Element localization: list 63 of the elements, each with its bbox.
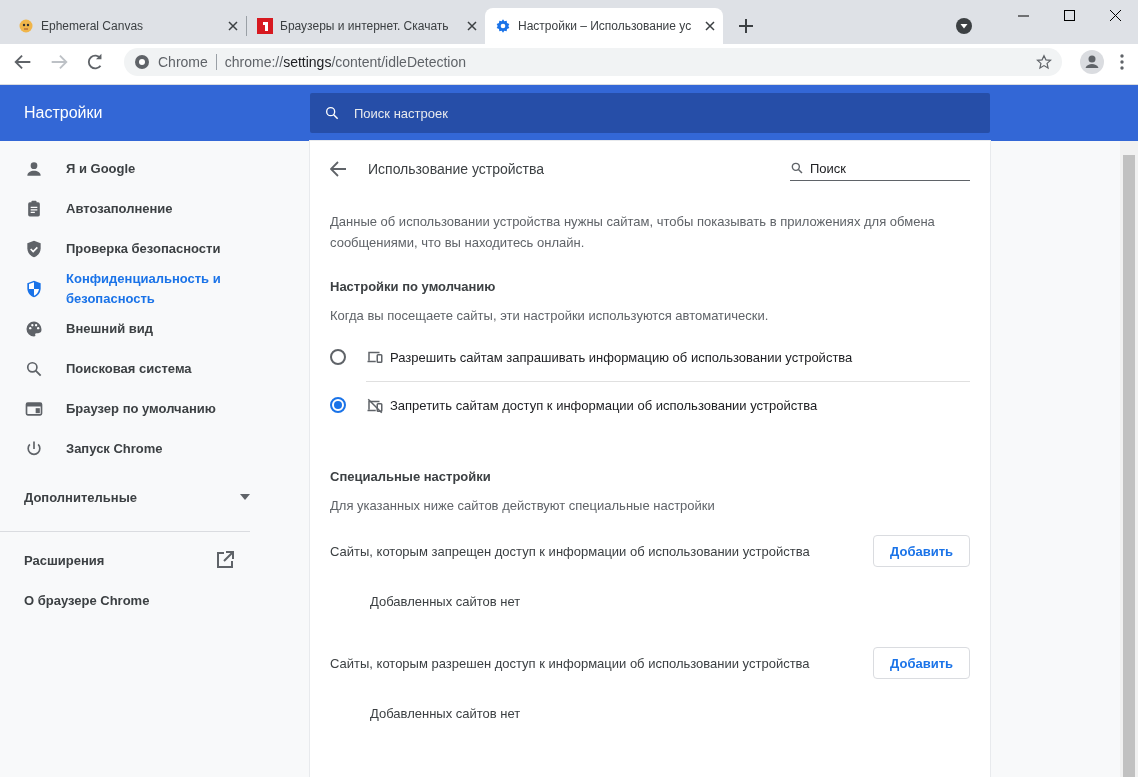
menu-icon[interactable] — [1120, 54, 1124, 70]
radio-button[interactable] — [330, 349, 346, 365]
search-icon — [24, 359, 44, 379]
sidebar-item[interactable]: Я и Google — [0, 149, 310, 189]
site-list-label: Сайты, которым разрешен доступ к информации об использовании устройства — [330, 655, 810, 671]
sidebar-item[interactable]: Автозаполнение — [0, 189, 310, 229]
page-title: Использование устройства — [368, 161, 546, 177]
new-tab-icon[interactable] — [739, 19, 753, 33]
devices-off-icon — [366, 396, 384, 415]
sidebar-item[interactable]: Конфиденциальность и безопасность — [0, 269, 310, 309]
external-link-icon — [216, 551, 234, 569]
person-icon — [24, 159, 44, 179]
site-search-field[interactable]: Поиск — [790, 157, 970, 181]
star-icon[interactable] — [1036, 54, 1052, 70]
settings-title: Настройки — [23, 104, 104, 122]
maximize-icon[interactable] — [1063, 9, 1075, 21]
url-text: chrome://settings/content/idleDetection — [224, 54, 467, 70]
back-arrow-icon[interactable] — [330, 161, 346, 177]
origin-label: Chrome — [158, 54, 217, 70]
option-label: Разрешить сайтам запрашивать информацию об использовании устройства — [390, 349, 853, 365]
about-chrome-link[interactable]: О браузере Chrome — [0, 580, 234, 620]
browser-tab[interactable]: Настройки – Использование ус — [485, 8, 723, 44]
advanced-section-toggle[interactable]: Дополнительные — [0, 469, 250, 525]
settings-search-field[interactable]: Поиск настроек — [310, 93, 990, 133]
browser-window-icon — [24, 399, 44, 419]
close-icon[interactable] — [228, 21, 238, 31]
description-text: Данные об использовании устройства нужны сайтам, чтобы показывать в приложениях для обмена сообщениями, что вы находитесь онлайн. — [330, 213, 936, 252]
palette-icon — [24, 319, 44, 339]
close-icon[interactable] — [1109, 9, 1121, 21]
add-button[interactable]: Добавить — [873, 647, 970, 679]
caret-icon — [240, 494, 250, 500]
radio-button[interactable] — [330, 397, 346, 413]
avatar-icon[interactable] — [1080, 50, 1104, 74]
option-label: Запретить сайтам доступ к информации об использовании устройства — [390, 398, 818, 413]
address-bar[interactable]: Chrome chrome://settings/content/idleDetection — [124, 48, 1062, 76]
browser-tab[interactable]: Ephemeral Canvas — [8, 8, 246, 44]
add-button[interactable]: Добавить — [873, 535, 970, 567]
search-icon — [324, 105, 340, 121]
settings-icon — [495, 18, 511, 34]
sidebar-item[interactable]: Запуск Chrome — [0, 429, 310, 469]
section-subtitle: Когда вы посещаете сайты, эти настройки используются автоматически. — [330, 308, 770, 323]
tab-search-icon[interactable] — [956, 18, 972, 34]
search-icon — [790, 161, 804, 175]
site-logo-icon — [257, 18, 273, 34]
sidebar-item[interactable]: Поисковая система — [0, 349, 310, 389]
sidebar-item[interactable]: Проверка безопасности — [0, 229, 310, 269]
scrollbar-track[interactable] — [1120, 141, 1138, 777]
shield-check-icon — [24, 239, 44, 259]
close-icon[interactable] — [467, 21, 477, 31]
site-list-label: Сайты, которым запрещен доступ к информации об использовании устройства — [330, 543, 810, 559]
extensions-link[interactable]: Расширения — [0, 540, 234, 580]
sidebar-item[interactable]: Внешний вид — [0, 309, 310, 349]
scrollbar-thumb[interactable] — [1123, 155, 1135, 777]
browser-tab[interactable]: Браузеры и интернет. Скачать — [247, 8, 485, 44]
chrome-page-icon — [134, 54, 150, 70]
section-heading: Настройки по умолчанию — [330, 279, 497, 294]
section-subtitle: Для указанных ниже сайтов действуют специальные настройки — [330, 498, 716, 513]
sidebar-item[interactable]: Браузер по умолчанию — [0, 389, 310, 429]
section-heading: Специальные настройки — [330, 469, 492, 484]
empty-list-text: Добавленных сайтов нет — [369, 592, 522, 611]
shield-icon — [24, 279, 44, 299]
close-icon[interactable] — [705, 21, 715, 31]
empty-list-text: Добавленных сайтов нет — [369, 704, 522, 723]
